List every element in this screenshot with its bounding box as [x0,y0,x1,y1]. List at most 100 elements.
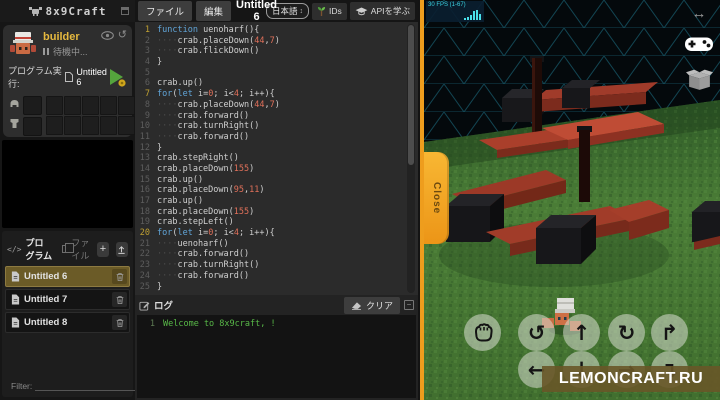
upload-program-button[interactable] [115,241,128,257]
filter-label: Filter: [11,381,33,391]
program-name: Untitled 7 [24,294,68,305]
code-text: crab.up() [157,196,204,206]
code-line[interactable]: 24 ····crab.forward() [135,271,418,282]
chestplate-slot-icon [10,119,19,128]
watermark: LEMONCRAFT.RU [542,366,720,392]
add-program-button[interactable]: + [96,241,109,257]
code-text: ····crab.forward() [157,249,250,260]
grab-hand-button[interactable] [464,314,501,351]
code-line[interactable]: 14 crab.placeDown(155) [135,164,418,175]
resize-horizontal-icon[interactable]: ↔ [692,6,707,21]
delete-program-button[interactable] [112,269,127,284]
line-number: 7 [144,89,150,100]
code-line[interactable]: 7 for(let i=0; i<4; i++){ [135,89,418,100]
tab-programs[interactable]: プログラム [25,236,52,262]
ids-button[interactable]: IDs [312,2,347,20]
logo-bar: 8x9Craft [0,0,135,22]
hand-icon [474,322,493,341]
program-list: Untitled 6 Untitled 7 Untitled 8 [5,266,130,333]
edit-menu-button[interactable]: 編集 [196,1,232,21]
line-number: 11 [139,131,150,142]
code-line[interactable]: 9 ····crab.forward() [135,111,418,122]
eye-icon[interactable] [100,31,114,40]
code-line[interactable]: 13 crab.stepRight() [135,153,418,164]
code-line[interactable]: 18 crab.placeDown(155) [135,207,418,218]
code-line[interactable]: 11 ····crab.forward() [135,132,418,143]
code-line[interactable]: 8 ····crab.placeDown(44,7) [135,100,418,111]
code-editor[interactable]: 1 function uenoharf(){2 ····crab.placeDown… [135,22,418,295]
fps-histogram [464,10,481,20]
armor-slot[interactable] [23,96,42,115]
program-list-item[interactable]: Untitled 6 [5,266,130,287]
code-line[interactable]: 19 crab.stepLeft() [135,217,418,228]
log-clear-button[interactable]: クリア [343,296,400,314]
code-line[interactable]: 20 for(let i=0; i<4; i++){ [135,228,418,239]
code-line[interactable]: 16 crab.placeDown(95,11) [135,185,418,196]
inventory-slot[interactable] [64,96,81,115]
code-text: crab.up() [157,78,204,89]
filter-input[interactable] [35,381,147,391]
delete-program-button[interactable] [112,292,127,307]
scrollbar-thumb[interactable] [408,25,414,165]
armor-slot[interactable] [23,117,42,136]
code-line[interactable]: 23 ····crab.turnRight() [135,260,418,271]
fps-label: 30 FPS (1-67) [428,2,466,8]
game-viewport[interactable]: 30 FPS (1-67) ↔ Close ↺↑↻↱←↓→↴ LEMONCRAF… [424,0,720,400]
code-line[interactable]: 6 crab.up() [135,78,418,89]
code-line[interactable]: 3 ····crab.flickDown() [135,46,418,57]
line-number: 9 [144,110,150,121]
box-icon[interactable] [685,68,713,91]
window-icon[interactable] [121,7,129,15]
sapling-icon [317,6,326,16]
inventory-slot[interactable] [118,96,135,115]
code-line[interactable]: 2 ····crab.placeDown(44,7) [135,36,418,47]
rotate-left-button[interactable]: ↺ [518,314,555,351]
log-message: Welcome to 8x9craft, ! [163,319,276,329]
inventory-slot[interactable] [100,116,117,135]
file-menu-button[interactable]: ファイル [138,1,193,21]
close-tab-label: Close [431,181,442,215]
inventory-slot[interactable] [82,96,99,115]
inventory-slot[interactable] [46,96,63,115]
log-panel: ログ クリア − 1 Welcome to 8x9craft, ! [135,295,418,400]
gamepad-icon[interactable] [684,34,714,54]
refresh-icon[interactable]: ↺ [118,30,127,41]
line-number: 25 [139,281,150,292]
code-line[interactable]: 4} [135,57,418,68]
code-text: ····crab.turnRight() [157,121,260,132]
code-line[interactable]: 17 crab.up() [135,196,418,207]
delete-program-button[interactable] [112,315,127,330]
program-name: Untitled 6 [24,271,68,282]
editor-scrollbar[interactable] [407,24,415,293]
trash-icon [116,272,123,281]
inventory-slot[interactable] [118,116,135,135]
code-line[interactable]: 22 ····crab.forward() [135,249,418,260]
code-line[interactable]: 5 [135,68,418,79]
program-list-item[interactable]: Untitled 8 [5,312,130,333]
line-number: 13 [139,153,150,164]
code-line[interactable]: 25} [135,282,418,293]
inventory-slot[interactable] [100,96,117,115]
inventory-slot[interactable] [64,116,81,135]
program-list-item[interactable]: Untitled 7 [5,289,130,310]
line-number: 17 [139,196,150,206]
rotate-right-button[interactable]: ↻ [608,314,645,351]
document-icon [65,72,74,82]
inventory-slot[interactable] [82,116,99,135]
code-line[interactable]: 12} [135,143,418,154]
code-line[interactable]: 15 crab.up() [135,175,418,186]
code-text: ····uenoharf() [157,238,229,249]
language-select[interactable]: 日本語 ↕ [266,3,310,19]
inventory-slot[interactable] [46,116,63,135]
collapse-log-icon[interactable]: − [404,300,414,310]
close-panel-tab[interactable]: Close [424,152,449,244]
code-line[interactable]: 1 function uenoharf(){ [135,25,418,36]
code-line[interactable]: 10 ····crab.turnRight() [135,121,418,132]
line-number: 5 [144,67,150,78]
learn-api-button[interactable]: APIを学ぶ [349,2,415,20]
run-program-button[interactable] [108,68,127,87]
turn-up-button[interactable]: ↱ [651,314,688,351]
code-line[interactable]: 21 ····uenoharf() [135,239,418,250]
move-up-button[interactable]: ↑ [563,314,600,351]
tab-files[interactable]: ファイル [71,236,93,262]
